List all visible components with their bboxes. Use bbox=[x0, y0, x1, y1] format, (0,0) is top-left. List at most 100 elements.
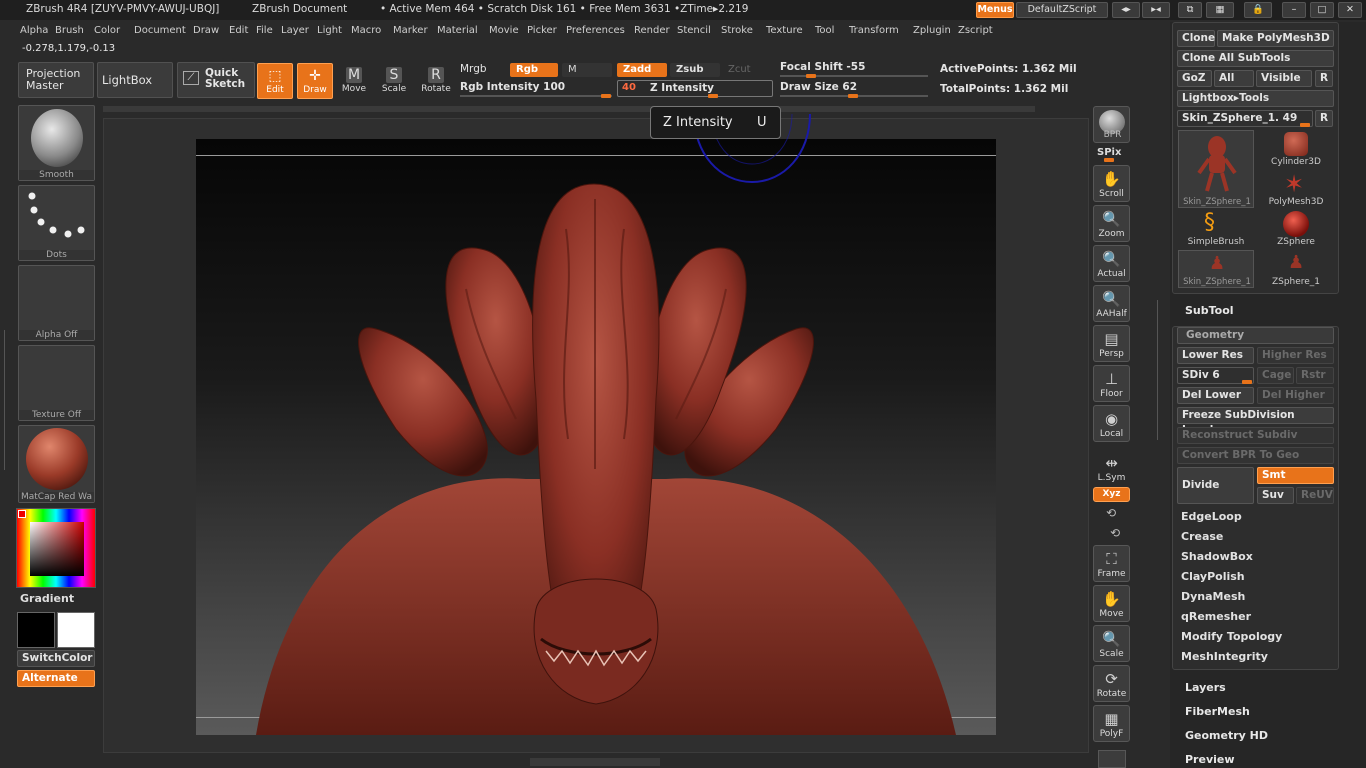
left-tray-handle[interactable] bbox=[4, 330, 12, 470]
texture-selector[interactable]: Texture Off bbox=[18, 345, 95, 421]
scale-mode-button[interactable]: S Scale bbox=[376, 63, 412, 99]
brush-selector[interactable]: Smooth bbox=[18, 105, 95, 181]
subtool-section[interactable]: SubTool bbox=[1185, 304, 1234, 317]
menu-render[interactable]: Render bbox=[634, 25, 670, 36]
switch-color-button[interactable]: SwitchColor bbox=[17, 650, 95, 667]
menu-marker[interactable]: Marker bbox=[393, 25, 428, 36]
move-view-button[interactable]: ✋ Move bbox=[1093, 585, 1130, 622]
local-button[interactable]: ◉ Local bbox=[1093, 405, 1130, 442]
layout-icon[interactable]: ▦ bbox=[1206, 2, 1234, 18]
draw-mode-button[interactable]: ✛ Draw bbox=[297, 63, 333, 99]
make-polymesh-button[interactable]: Make PolyMesh3D bbox=[1217, 30, 1334, 47]
menu-zscript[interactable]: Zscript bbox=[958, 25, 993, 36]
move-mode-button[interactable]: M Move bbox=[336, 63, 372, 99]
secondary-color-swatch[interactable] bbox=[57, 612, 95, 648]
polyframe-button[interactable]: ▦ PolyF bbox=[1093, 705, 1130, 742]
spix-label[interactable]: SPix bbox=[1097, 147, 1121, 158]
shadowbox-section[interactable]: ShadowBox bbox=[1181, 550, 1253, 563]
convert-bpr-button[interactable]: Convert BPR To Geo bbox=[1177, 447, 1334, 464]
draw-size-knob[interactable] bbox=[848, 94, 858, 98]
rotate-mode-button[interactable]: R Rotate bbox=[418, 63, 454, 99]
menu-macro[interactable]: Macro bbox=[351, 25, 381, 36]
tool-thumb-cylinder[interactable]: Cylinder3D bbox=[1258, 130, 1334, 170]
z-rotate-icon[interactable]: ⟲ bbox=[1110, 526, 1120, 540]
floor-button[interactable]: ⊥ Floor bbox=[1093, 365, 1130, 402]
edgeloop-section[interactable]: EdgeLoop bbox=[1181, 510, 1242, 523]
suv-toggle[interactable]: Suv bbox=[1257, 487, 1294, 504]
lightbox-button[interactable]: LightBox bbox=[97, 62, 173, 98]
document-canvas[interactable] bbox=[196, 139, 996, 735]
fibermesh-section[interactable]: FiberMesh bbox=[1185, 705, 1250, 718]
lock-icon[interactable]: 🔒 bbox=[1244, 2, 1272, 18]
color-picker[interactable] bbox=[16, 508, 96, 588]
mrgb-button[interactable]: Mrgb bbox=[460, 63, 487, 75]
menu-zplugin[interactable]: Zplugin bbox=[913, 25, 951, 36]
qremesher-section[interactable]: qRemesher bbox=[1181, 610, 1251, 623]
menu-picker[interactable]: Picker bbox=[527, 25, 557, 36]
z-intensity-knob[interactable] bbox=[708, 94, 718, 98]
tool-thumb-skin-zsphere[interactable]: Skin_ZSphere_1 bbox=[1178, 130, 1254, 208]
menu-draw[interactable]: Draw bbox=[193, 25, 219, 36]
minimize-icon[interactable]: – bbox=[1282, 2, 1306, 18]
persp-button[interactable]: ▤ Persp bbox=[1093, 325, 1130, 362]
menus-button[interactable]: Menus bbox=[976, 2, 1014, 18]
alpha-selector[interactable]: Alpha Off bbox=[18, 265, 95, 341]
xyz-rotate-button[interactable]: Xyz bbox=[1093, 487, 1130, 502]
sdiv-slider[interactable]: SDiv 6 bbox=[1177, 367, 1254, 384]
rotate-view-button[interactable]: ⟳ Rotate bbox=[1093, 665, 1130, 702]
y-rotate-icon[interactable]: ⟲ bbox=[1106, 506, 1116, 520]
preview-section[interactable]: Preview bbox=[1185, 753, 1235, 766]
gradient-label[interactable]: Gradient bbox=[20, 592, 74, 605]
lower-res-button[interactable]: Lower Res bbox=[1177, 347, 1254, 364]
goz-button[interactable]: GoZ bbox=[1177, 70, 1212, 87]
current-tool-slider[interactable]: Skin_ZSphere_1. 49 bbox=[1177, 110, 1313, 127]
help-icon[interactable]: ⧉ bbox=[1178, 2, 1202, 18]
current-tool-knob[interactable] bbox=[1300, 123, 1310, 127]
canvas-top-scrollbar[interactable] bbox=[103, 106, 1035, 112]
crease-section[interactable]: Crease bbox=[1181, 530, 1223, 543]
menu-document[interactable]: Document bbox=[134, 25, 186, 36]
menu-stencil[interactable]: Stencil bbox=[677, 25, 711, 36]
focal-shift-slider[interactable]: Focal Shift -55 bbox=[780, 61, 865, 73]
geometry-header[interactable]: Geometry bbox=[1177, 327, 1334, 344]
draw-size-slider[interactable]: Draw Size 62 bbox=[780, 81, 857, 93]
smt-toggle[interactable]: Smt bbox=[1257, 467, 1334, 484]
reconstruct-subdiv-button[interactable]: Reconstruct Subdiv bbox=[1177, 427, 1334, 444]
rstr-button[interactable]: Rstr bbox=[1296, 367, 1334, 384]
sdiv-knob[interactable] bbox=[1242, 380, 1252, 384]
layout-prev-icon[interactable]: ◂▸ bbox=[1112, 2, 1140, 18]
primary-color-swatch[interactable] bbox=[17, 612, 55, 648]
cage-button[interactable]: Cage bbox=[1257, 367, 1294, 384]
focal-shift-knob[interactable] bbox=[806, 74, 816, 78]
tool-thumb-polymesh[interactable]: ✶ PolyMesh3D bbox=[1258, 170, 1334, 210]
menu-file[interactable]: File bbox=[256, 25, 273, 36]
freeze-subdivision-button[interactable]: Freeze SubDivision Levels bbox=[1177, 407, 1334, 436]
menu-transform[interactable]: Transform bbox=[849, 25, 899, 36]
layout-next-icon[interactable]: ▸◂ bbox=[1142, 2, 1170, 18]
reuv-button[interactable]: ReUV bbox=[1296, 487, 1334, 504]
bottom-tray-handle[interactable] bbox=[530, 758, 660, 766]
dynamesh-section[interactable]: DynaMesh bbox=[1181, 590, 1245, 603]
menu-material[interactable]: Material bbox=[437, 25, 478, 36]
tool-thumb-skin-zsphere-2[interactable]: ♟ Skin_ZSphere_1 bbox=[1178, 250, 1254, 288]
modify-topology-section[interactable]: Modify Topology bbox=[1181, 630, 1282, 643]
quick-sketch-button[interactable]: ⟋ Quick Sketch bbox=[177, 62, 255, 98]
meshintegrity-section[interactable]: MeshIntegrity bbox=[1181, 650, 1268, 663]
menu-edit[interactable]: Edit bbox=[229, 25, 248, 36]
menu-stroke[interactable]: Stroke bbox=[721, 25, 753, 36]
tool-thumb-zsphere-1[interactable]: ♟ ZSphere_1 bbox=[1258, 250, 1334, 290]
edit-mode-button[interactable]: ⬚ Edit bbox=[257, 63, 293, 99]
higher-res-button[interactable]: Higher Res bbox=[1257, 347, 1334, 364]
zcut-button[interactable]: Zcut bbox=[722, 63, 772, 77]
clone-all-subtools-button[interactable]: Clone All SubTools bbox=[1177, 50, 1334, 67]
spix-knob[interactable] bbox=[1104, 158, 1114, 162]
close-icon[interactable]: ✕ bbox=[1338, 2, 1362, 18]
projection-master-button[interactable]: Projection Master bbox=[18, 62, 94, 98]
color-square[interactable] bbox=[30, 522, 84, 576]
aahalf-button[interactable]: 🔍 AAHalf bbox=[1093, 285, 1130, 322]
rgb-button[interactable]: Rgb bbox=[510, 63, 558, 77]
claypolish-section[interactable]: ClayPolish bbox=[1181, 570, 1245, 583]
clone-button[interactable]: Clone bbox=[1177, 30, 1215, 47]
right-tray-handle[interactable] bbox=[1150, 300, 1158, 440]
tool-r-button[interactable]: R bbox=[1315, 110, 1333, 127]
